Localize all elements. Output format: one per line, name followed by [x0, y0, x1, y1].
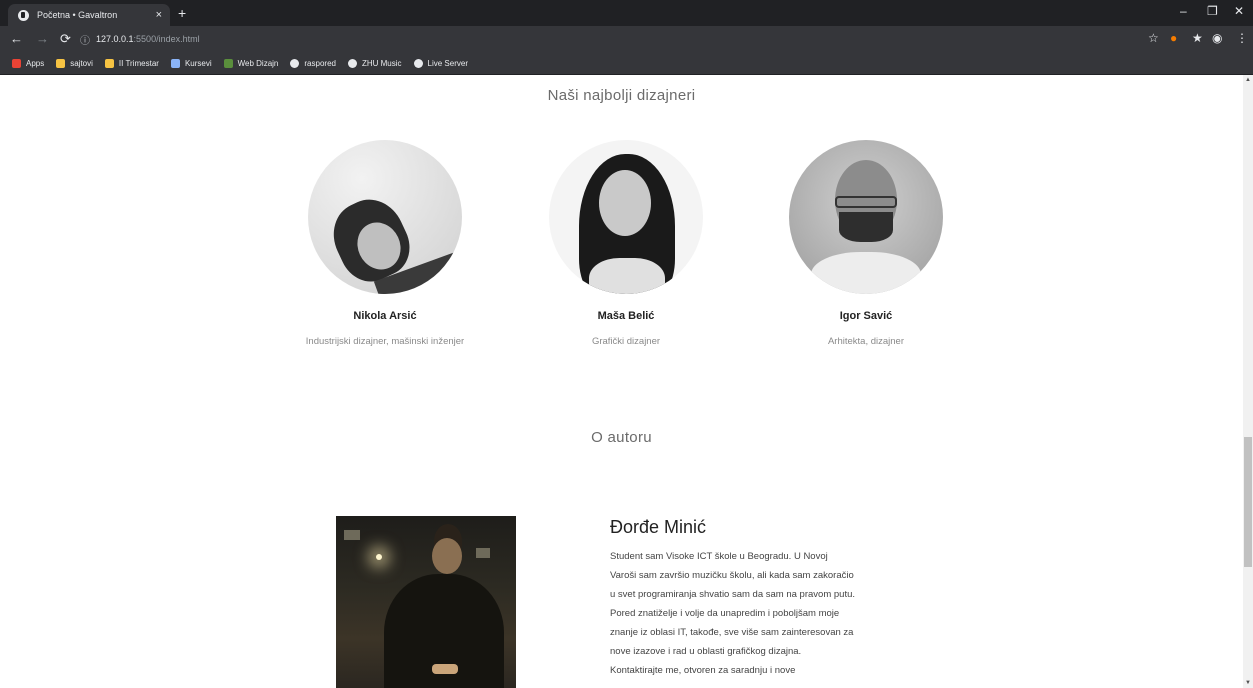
bookmark-star-icon[interactable]: ☆ [1148, 31, 1159, 45]
author-name: Đorđe Minić [610, 517, 707, 537]
person-hands [432, 664, 458, 674]
portrait-glasses [835, 196, 897, 208]
bookmark-label: sajtovi [70, 58, 93, 68]
designer-card: Maša Belić Grafički dizajner [516, 140, 736, 347]
rss-extension-icon[interactable]: ● [1170, 31, 1177, 45]
bookmark-label: Kursevi [184, 58, 212, 68]
bookmarks-bar: Apps sajtovi II Trimestar Kursevi Web Di… [0, 52, 1253, 75]
reload-icon[interactable]: ⟳ [60, 31, 71, 47]
designer-avatar [308, 140, 462, 294]
portrait-face [599, 170, 651, 236]
bookmark-web-dizajn[interactable]: Web Dizajn [223, 58, 279, 68]
globe-icon [290, 58, 300, 68]
bookmark-label: II Trimestar [118, 58, 159, 68]
designer-card: Nikola Arsić Industrijski dizajner, maši… [275, 140, 495, 347]
url-path: :5500/index.html [133, 34, 200, 44]
tab-close-icon[interactable]: × [156, 9, 162, 21]
designer-name: Maša Belić [597, 310, 655, 322]
bookmark-label: raspored [304, 58, 336, 68]
site-info-icon[interactable]: ⓘ [80, 32, 90, 47]
window [476, 548, 490, 558]
designer-avatar [549, 140, 703, 294]
back-icon[interactable]: ← [10, 31, 23, 46]
designer-name: Nikola Arsić [353, 310, 417, 322]
folder-icon [104, 58, 114, 68]
minimize-icon[interactable]: – [1180, 4, 1187, 18]
portrait-beard [839, 212, 893, 242]
designer-role: Industrijski dizajner, mašinski inženjer [305, 336, 465, 347]
bookmark-apps[interactable]: Apps [12, 58, 45, 68]
bookmark-label: ZHU Music [361, 58, 402, 68]
bookmark-raspored[interactable]: raspored [290, 58, 336, 68]
bookmark-ii-trimestar[interactable]: II Trimestar [104, 58, 159, 68]
menu-kebab-icon[interactable]: ⋮ [1236, 31, 1248, 45]
author-bio: Student sam Visoke ICT škole u Beogradu.… [610, 551, 856, 676]
page-viewport: Naši najbolji dizajneri Nikola Arsić Ind… [0, 75, 1243, 688]
tab-title: Početna • Gavaltron [37, 10, 118, 20]
street-light [376, 554, 382, 560]
close-window-icon[interactable]: ✕ [1234, 4, 1244, 18]
profile-avatar-icon[interactable]: ◉ [1212, 31, 1222, 45]
browser-tab[interactable]: Početna • Gavaltron × [8, 4, 170, 26]
leaf-icon [223, 58, 233, 68]
designer-role: Arhitekta, dizajner [827, 336, 905, 347]
site-favicon-icon [347, 58, 357, 68]
site-favicon-icon [413, 58, 423, 68]
address-bar[interactable]: ⓘ 127.0.0.1 :5500/index.html [80, 30, 1140, 48]
designers-heading: Naši najbolji dizajneri [547, 87, 696, 104]
bookmark-zhu-music[interactable]: ZHU Music [347, 58, 402, 68]
author-photo [336, 516, 516, 688]
tab-strip: Početna • Gavaltron × + – ❐ ✕ [0, 0, 1253, 26]
restore-icon[interactable]: ❐ [1207, 4, 1218, 18]
bookmark-label: Web Dizajn [237, 58, 279, 68]
window [344, 530, 360, 540]
folder-icon [56, 58, 66, 68]
site-favicon-icon [18, 9, 29, 21]
bookmark-label: Live Server [427, 58, 468, 68]
url-host: 127.0.0.1 [96, 34, 134, 44]
extensions-icon[interactable]: ★ [1192, 31, 1203, 45]
portrait-body [589, 258, 665, 294]
portrait-body [811, 252, 921, 294]
bookmark-live-server[interactable]: Live Server [413, 58, 468, 68]
image-icon [170, 58, 180, 68]
new-tab-button[interactable]: + [178, 5, 186, 21]
forward-icon[interactable]: → [36, 31, 49, 46]
designer-card: Igor Savić Arhitekta, dizajner [756, 140, 976, 347]
apps-grid-icon [12, 58, 21, 68]
author-heading: O autoru [591, 429, 652, 446]
designer-role: Grafički dizajner [591, 336, 661, 347]
bookmark-kursevi[interactable]: Kursevi [170, 58, 212, 68]
scroll-down-icon[interactable]: ▼ [1245, 680, 1251, 686]
designer-name: Igor Savić [839, 310, 893, 322]
scrollbar-thumb[interactable] [1244, 437, 1252, 567]
browser-toolbar: ← → ⟳ ⓘ 127.0.0.1 :5500/index.html ☆ ● ★… [0, 26, 1253, 52]
designer-avatar [789, 140, 943, 294]
bookmark-label: Apps [26, 58, 45, 68]
person-face [432, 538, 462, 574]
scroll-up-icon[interactable]: ▲ [1245, 77, 1251, 83]
page-scrollbar[interactable]: ▲ ▼ [1243, 75, 1253, 688]
bookmark-sajtovi[interactable]: sajtovi [56, 58, 93, 68]
